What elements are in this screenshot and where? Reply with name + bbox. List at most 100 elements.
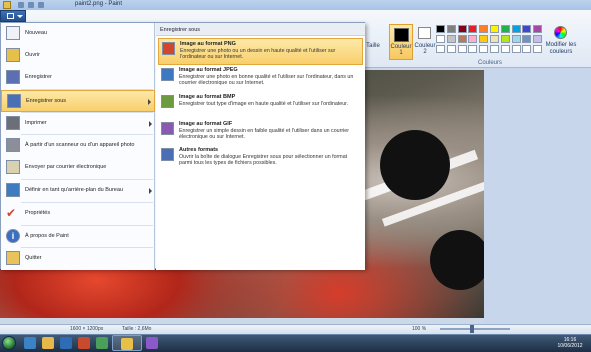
save-format-title: Image au format JPEG — [179, 67, 238, 73]
edit-colors-button[interactable]: Modifier les couleurs — [544, 26, 578, 60]
zoom-level: 100 % — [412, 326, 427, 332]
palette-color-swatch[interactable] — [490, 25, 499, 33]
palette-color-swatch[interactable] — [533, 35, 543, 43]
open-folder-icon — [6, 48, 20, 62]
chevron-down-icon — [17, 15, 23, 18]
zoom-slider[interactable] — [440, 328, 510, 330]
color-1-button[interactable]: Couleur 1 — [389, 24, 413, 60]
save-format-option[interactable]: Image au format BMP Enregistrer tout type… — [158, 92, 363, 119]
color-2-button[interactable]: Couleur 2 — [414, 24, 436, 60]
palette-color-swatch[interactable] — [533, 45, 543, 53]
scanner-icon — [6, 138, 20, 152]
app-menu-item[interactable]: ✔ Propriétés — [1, 203, 155, 225]
desktop-background-icon — [6, 183, 20, 197]
app-menu-item-label: Enregistrer sous — [26, 98, 67, 104]
color-wheel-icon — [554, 26, 567, 39]
zoom-slider-thumb[interactable] — [470, 325, 474, 333]
app-menu-item-label: Ouvrir — [25, 52, 40, 58]
palette-color-swatch[interactable] — [468, 25, 478, 33]
app-menu-item[interactable]: Enregistrer sous — [1, 90, 155, 112]
app-menu-button[interactable] — [0, 10, 26, 22]
palette-color-swatch[interactable] — [457, 45, 467, 53]
palette-color-swatch[interactable] — [522, 45, 532, 53]
email-icon — [6, 160, 20, 174]
palette-color-swatch[interactable] — [457, 35, 467, 43]
palette-color-swatch[interactable] — [479, 25, 489, 33]
workspace-background — [484, 68, 591, 324]
palette-color-swatch[interactable] — [490, 45, 499, 53]
bmp-image-icon — [161, 95, 174, 108]
palette-color-swatch[interactable] — [446, 25, 456, 33]
explorer-icon[interactable] — [42, 337, 54, 349]
checkmark-icon: ✔ — [6, 206, 17, 220]
firefox-icon[interactable] — [78, 337, 90, 349]
palette-color-swatch[interactable] — [490, 35, 499, 43]
palette-color-swatch[interactable] — [500, 35, 510, 43]
exit-icon — [6, 251, 20, 265]
save-format-description: Ouvrir la boîte de dialogue Enregistrer … — [179, 154, 348, 167]
app-menu-item-label: Propriétés — [25, 210, 51, 216]
ie-icon[interactable] — [24, 337, 36, 349]
color-2-number: 2 — [423, 49, 427, 55]
palette-color-swatch[interactable] — [500, 25, 510, 33]
app-menu-commands: Nouveau Ouvrir Enregistrer Enregistrer sous… — [1, 23, 155, 270]
app-menu-item[interactable]: Envoyer par courrier électronique — [1, 157, 155, 179]
app-menu-item[interactable]: Imprimer — [1, 113, 155, 135]
submenu-header: Enregistrer sous — [156, 23, 365, 36]
paint-app-icon[interactable] — [3, 1, 11, 9]
palette-color-swatch[interactable] — [522, 25, 532, 33]
palette-color-swatch[interactable] — [436, 35, 445, 43]
window-title: paint2.png - Paint — [75, 1, 123, 7]
app-menu-item[interactable]: Ouvrir — [1, 45, 155, 67]
palette-color-swatch[interactable] — [468, 35, 478, 43]
palette-color-swatch[interactable] — [511, 35, 521, 43]
save-format-option[interactable]: Autres formats Ouvrir la boîte de dialogu… — [158, 145, 363, 172]
app-icon[interactable] — [146, 337, 158, 349]
save-format-option[interactable]: Image au format PNG Enregistrer une photo… — [158, 38, 363, 65]
app-menu-item-label: Définir en tant qu'arrière-plan du Burea… — [25, 187, 123, 193]
palette-color-swatch[interactable] — [446, 45, 456, 53]
save-as-icon — [7, 94, 21, 108]
palette-color-swatch[interactable] — [479, 35, 489, 43]
start-button[interactable] — [2, 336, 16, 350]
new-document-icon — [6, 26, 20, 40]
jpeg-image-icon — [161, 68, 174, 81]
app-menu-item-label: Enregistrer — [25, 74, 52, 80]
app-menu-item[interactable]: Nouveau — [1, 23, 155, 45]
palette-color-swatch[interactable] — [522, 35, 532, 43]
palette-color-swatch[interactable] — [446, 35, 456, 43]
app-menu-item[interactable]: Quitter — [1, 248, 155, 270]
palette-color-swatch[interactable] — [533, 25, 543, 33]
menu-icon — [7, 13, 14, 19]
save-format-option[interactable]: Image au format JPEG Enregistrer une phot… — [158, 65, 363, 92]
color-1-number: 1 — [399, 50, 403, 56]
clock[interactable]: 16:16 10/06/2012 — [552, 337, 588, 349]
png-image-icon — [162, 42, 175, 55]
app-menu-item[interactable]: Enregistrer — [1, 67, 155, 89]
palette-color-swatch[interactable] — [511, 45, 521, 53]
size-label[interactable]: Taille — [363, 43, 383, 49]
quick-redo-icon[interactable] — [38, 2, 44, 8]
app-menu-item[interactable]: i À propos de Paint — [1, 226, 155, 248]
palette-color-swatch[interactable] — [436, 25, 445, 33]
save-format-option[interactable]: Image au format GIF Enregistrer un simple… — [158, 119, 363, 146]
colors-group-label: Couleurs — [477, 60, 502, 66]
app-menu-item[interactable]: Définir en tant qu'arrière-plan du Burea… — [1, 180, 155, 202]
quick-undo-icon[interactable] — [28, 2, 34, 8]
other-formats-icon — [161, 148, 174, 161]
app-menu-item-label: Envoyer par courrier électronique — [25, 164, 107, 170]
app-menu-item-label: À partir d'un scanneur ou d'un appareil … — [25, 142, 135, 148]
palette-color-swatch[interactable] — [436, 45, 445, 53]
submenu-title: Enregistrer sous — [160, 27, 201, 33]
palette-color-swatch[interactable] — [500, 45, 510, 53]
quick-save-icon[interactable] — [18, 2, 24, 8]
app-menu-item[interactable]: À partir d'un scanneur ou d'un appareil … — [1, 135, 155, 157]
app-icon[interactable] — [96, 337, 108, 349]
palette-color-swatch[interactable] — [457, 25, 467, 33]
media-player-icon[interactable] — [60, 337, 72, 349]
palette-color-swatch[interactable] — [468, 45, 478, 53]
title-bar: paint2.png - Paint — [0, 0, 591, 10]
palette-color-swatch[interactable] — [511, 25, 521, 33]
palette-color-swatch[interactable] — [479, 45, 489, 53]
printer-icon — [6, 116, 20, 130]
